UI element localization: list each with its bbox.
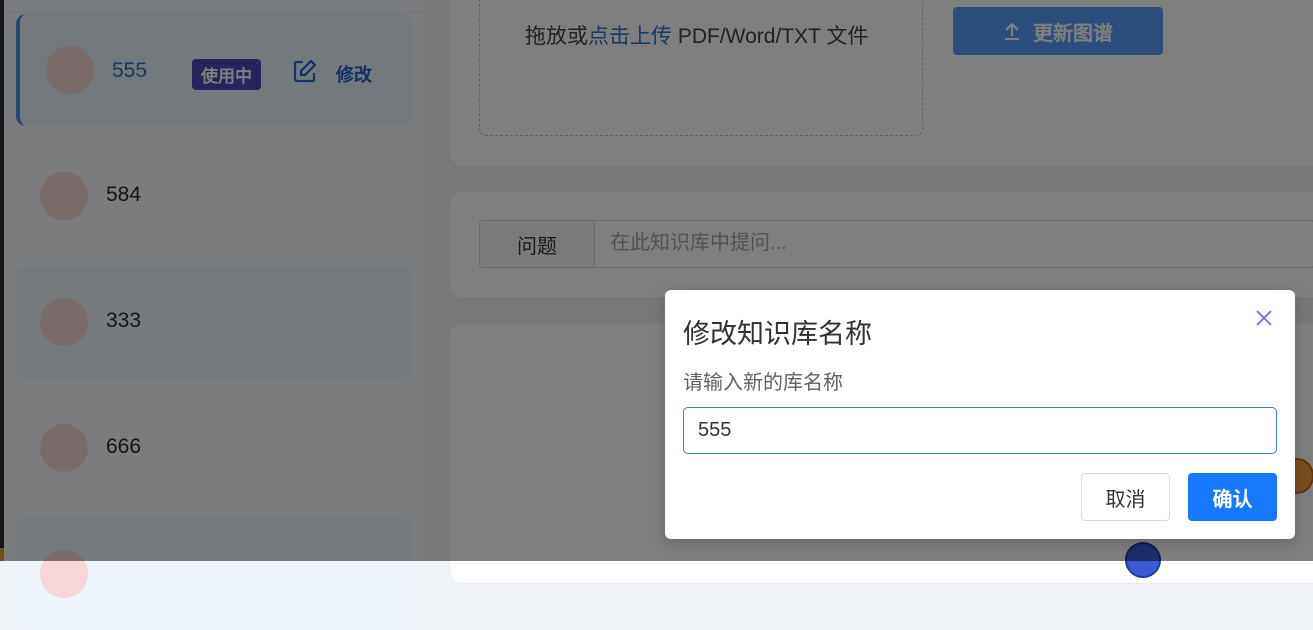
close-icon[interactable] [1253, 307, 1275, 329]
dialog-message: 请输入新的库名称 [683, 372, 843, 394]
confirm-button[interactable]: 确认 [1188, 473, 1277, 521]
rename-dialog: 修改知识库名称 请输入新的库名称 取消 确认 [665, 290, 1295, 539]
cancel-button[interactable]: 取消 [1081, 473, 1170, 521]
name-input[interactable] [683, 407, 1277, 454]
dialog-title: 修改知识库名称 [683, 319, 872, 349]
